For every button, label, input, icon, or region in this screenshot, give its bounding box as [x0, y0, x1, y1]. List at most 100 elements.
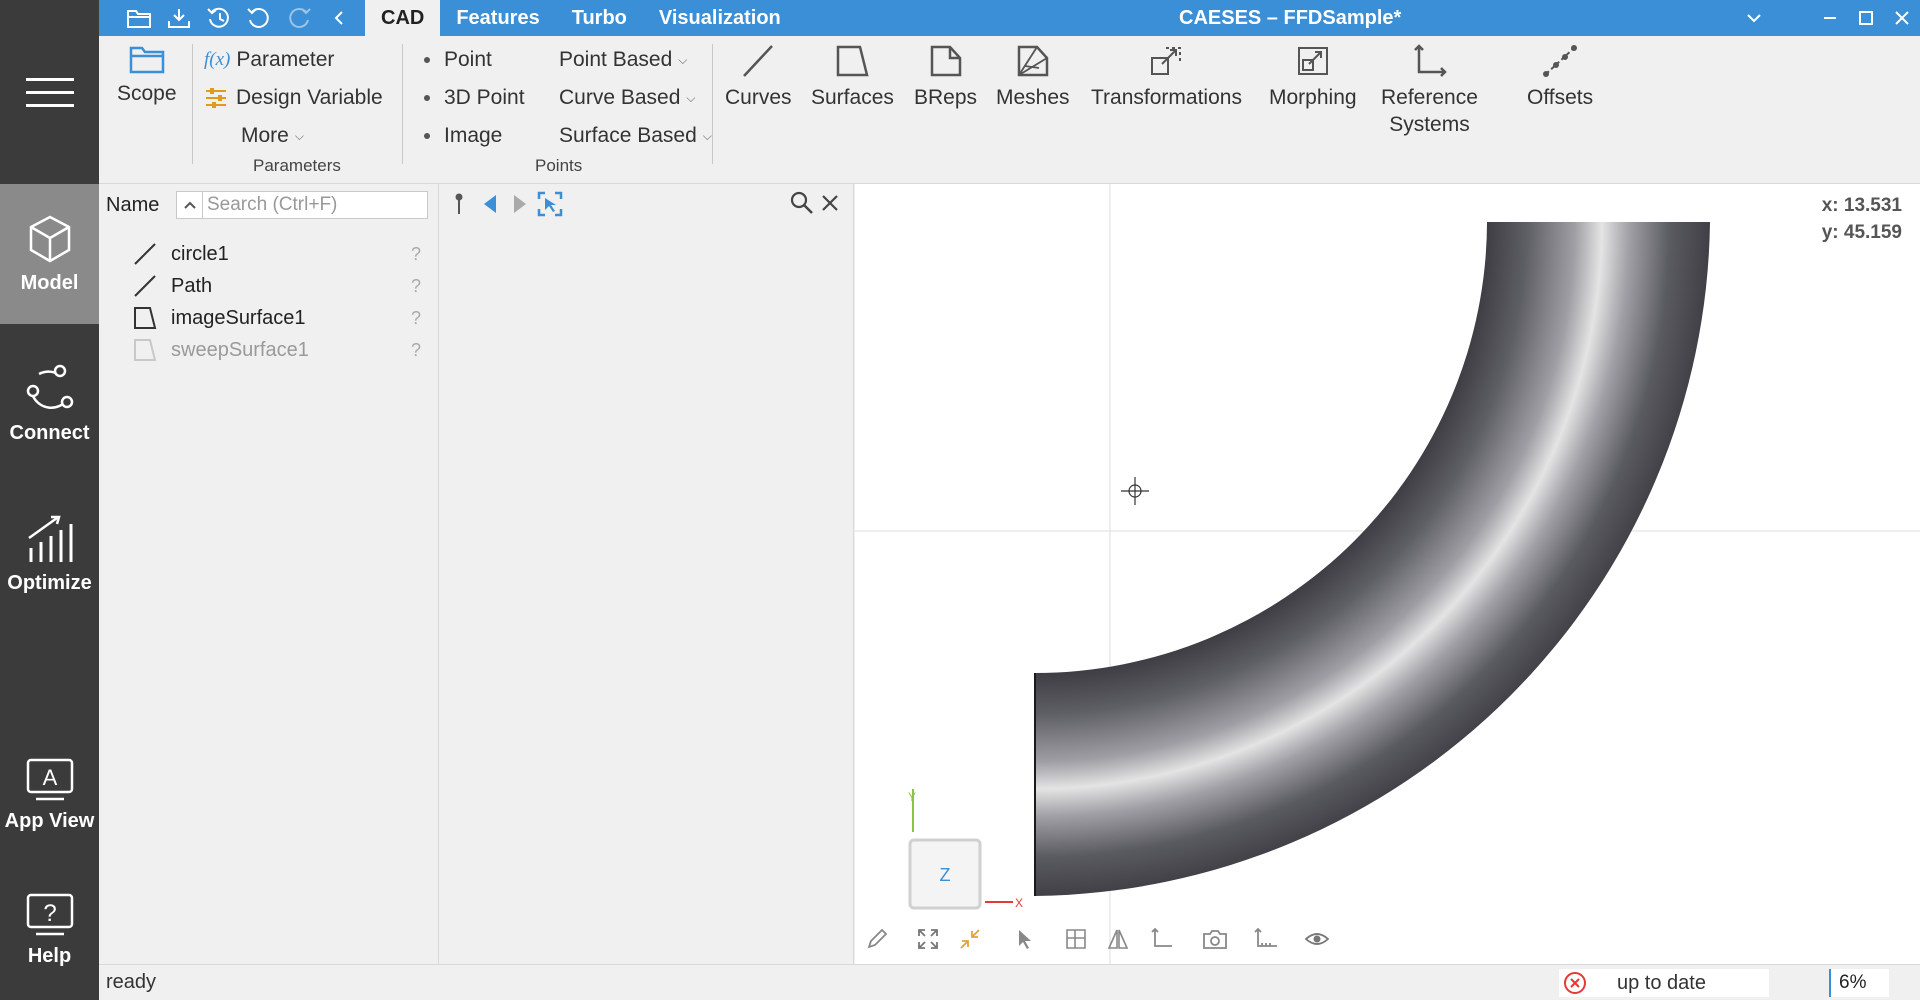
collapse-ribbon-button[interactable]	[319, 0, 359, 36]
surface-icon	[131, 336, 159, 364]
point-icon	[424, 95, 430, 101]
search-icon[interactable]	[790, 191, 814, 215]
reference-systems-button[interactable]: Reference Systems	[1381, 44, 1478, 138]
chevron-down-icon: ⌵	[702, 128, 712, 143]
more-parameters-dropdown[interactable]: More ⌵	[241, 124, 304, 148]
mirror-icon	[1108, 929, 1129, 949]
main-menu-button[interactable]	[0, 0, 99, 184]
window-menu-button[interactable]	[1736, 0, 1772, 36]
name-column-header[interactable]: Name	[106, 194, 176, 217]
title-bar: CAD Features Turbo Visualization CAESES …	[99, 0, 1920, 36]
morphing-button[interactable]: Morphing	[1269, 44, 1357, 111]
sort-toggle[interactable]	[176, 191, 202, 219]
design-variable-label: Design Variable	[236, 86, 383, 109]
curves-button[interactable]: Curves	[725, 44, 792, 111]
viewport-scene[interactable]: Y X Z	[855, 184, 1920, 964]
screenshot-button[interactable]	[1197, 920, 1234, 958]
tree-item-circle1[interactable]: circle1 ?	[131, 238, 431, 270]
ribbon-separator	[402, 44, 403, 164]
tree-search-input[interactable]	[202, 191, 428, 219]
tree-item-sweepsurface1[interactable]: sweepSurface1 ?	[131, 334, 431, 366]
sidebar-item-help[interactable]: ? Help	[0, 870, 99, 990]
tab-visualization[interactable]: Visualization	[643, 0, 797, 36]
point-button[interactable]: Point	[424, 48, 492, 72]
sidebar-item-model[interactable]: Model	[0, 184, 99, 324]
mirror-view-button[interactable]	[1100, 920, 1137, 958]
measure-button[interactable]	[1248, 920, 1285, 958]
surface-based-dropdown[interactable]: Surface Based ⌵	[559, 124, 712, 148]
chevron-down-icon	[1747, 14, 1761, 23]
tree-item-imagesurface1[interactable]: imageSurface1 ?	[131, 302, 431, 334]
meshes-button[interactable]: Meshes	[996, 44, 1070, 111]
minimize-button[interactable]	[1812, 0, 1848, 36]
sidebar-item-label: Model	[20, 271, 79, 294]
sidebar-item-app-view[interactable]: A App View	[0, 740, 99, 850]
visibility-button[interactable]	[1298, 920, 1335, 958]
undo-button[interactable]	[239, 0, 279, 36]
fx-icon: f(x)	[204, 49, 231, 70]
undo-icon	[247, 7, 269, 28]
tab-features[interactable]: Features	[440, 0, 555, 36]
help-icon: ?	[26, 893, 73, 935]
scope-label: Scope	[117, 82, 177, 105]
axis-z-label: Z	[940, 865, 951, 885]
open-folder-icon	[127, 10, 151, 28]
surface-based-label: Surface Based	[559, 124, 697, 147]
meshes-icon	[1017, 45, 1049, 77]
parameter-button[interactable]: f(x) Parameter	[204, 48, 334, 72]
camera-icon	[1203, 930, 1228, 949]
pipe-bend-shape[interactable]	[1035, 222, 1710, 896]
sidebar-item-label: Connect	[9, 421, 90, 444]
sidebar-item-optimize[interactable]: Optimize	[0, 484, 99, 624]
select-mode-button[interactable]	[1007, 920, 1044, 958]
pipe-bend-surface[interactable]	[855, 222, 1239, 672]
point-icon	[424, 57, 430, 63]
grid-view-button[interactable]	[1057, 920, 1094, 958]
orientation-triad[interactable]: Y X Z	[908, 789, 1023, 910]
collapse-arrows-icon	[960, 929, 981, 949]
offsets-button[interactable]: Offsets	[1527, 44, 1593, 111]
save-button[interactable]	[159, 0, 199, 36]
status-icon: ?	[410, 243, 421, 264]
viewport-toolbar	[855, 914, 1335, 964]
image-button[interactable]: Image	[424, 124, 502, 148]
scope-button[interactable]: Scope	[117, 44, 177, 107]
design-variable-button[interactable]: Design Variable	[204, 86, 383, 110]
point-based-dropdown[interactable]: Point Based ⌵	[559, 48, 687, 72]
zoom-selection-button[interactable]	[952, 920, 989, 958]
3d-viewport[interactable]: Y X Z x: 13.531 y: 45.159	[855, 184, 1920, 964]
close-button[interactable]	[1884, 0, 1920, 36]
pin-icon[interactable]	[452, 192, 466, 216]
update-status[interactable]: up to date	[1559, 969, 1769, 997]
curve-based-dropdown[interactable]: Curve Based ⌵	[559, 86, 696, 110]
forward-arrow-icon[interactable]	[510, 192, 530, 216]
parameters-group-label: Parameters	[253, 156, 341, 175]
redo-button[interactable]	[279, 0, 319, 36]
tree-item-path[interactable]: Path ?	[131, 270, 431, 302]
breps-icon	[930, 45, 961, 77]
ribbon: Scope f(x) Parameter Design Variable Mor…	[99, 36, 1920, 184]
redo-icon	[289, 7, 311, 28]
history-button[interactable]	[199, 0, 239, 36]
edit-mode-button[interactable]	[859, 920, 896, 958]
properties-toolbar	[440, 184, 854, 224]
point3d-label: 3D Point	[444, 86, 525, 109]
tab-cad[interactable]: CAD	[365, 0, 441, 36]
back-arrow-icon[interactable]	[480, 192, 500, 216]
open-folder-button[interactable]	[119, 0, 159, 36]
error-circle-icon	[1564, 972, 1586, 994]
point3d-button[interactable]: 3D Point	[424, 86, 525, 110]
breps-button[interactable]: BReps	[914, 44, 977, 111]
transformations-button[interactable]: Transformations	[1091, 44, 1242, 111]
fit-view-button[interactable]	[910, 920, 947, 958]
reference-systems-label: Reference Systems	[1381, 86, 1478, 136]
axis-y-label: Y	[908, 790, 916, 804]
morphing-icon	[1297, 47, 1328, 75]
coordinate-system-button[interactable]	[1143, 920, 1180, 958]
maximize-button[interactable]	[1848, 0, 1884, 36]
close-icon[interactable]	[820, 193, 840, 213]
tab-turbo[interactable]: Turbo	[556, 0, 643, 36]
sidebar-item-connect[interactable]: Connect	[0, 334, 99, 474]
select-in-tree-icon[interactable]	[536, 190, 564, 218]
surfaces-button[interactable]: Surfaces	[811, 44, 894, 111]
